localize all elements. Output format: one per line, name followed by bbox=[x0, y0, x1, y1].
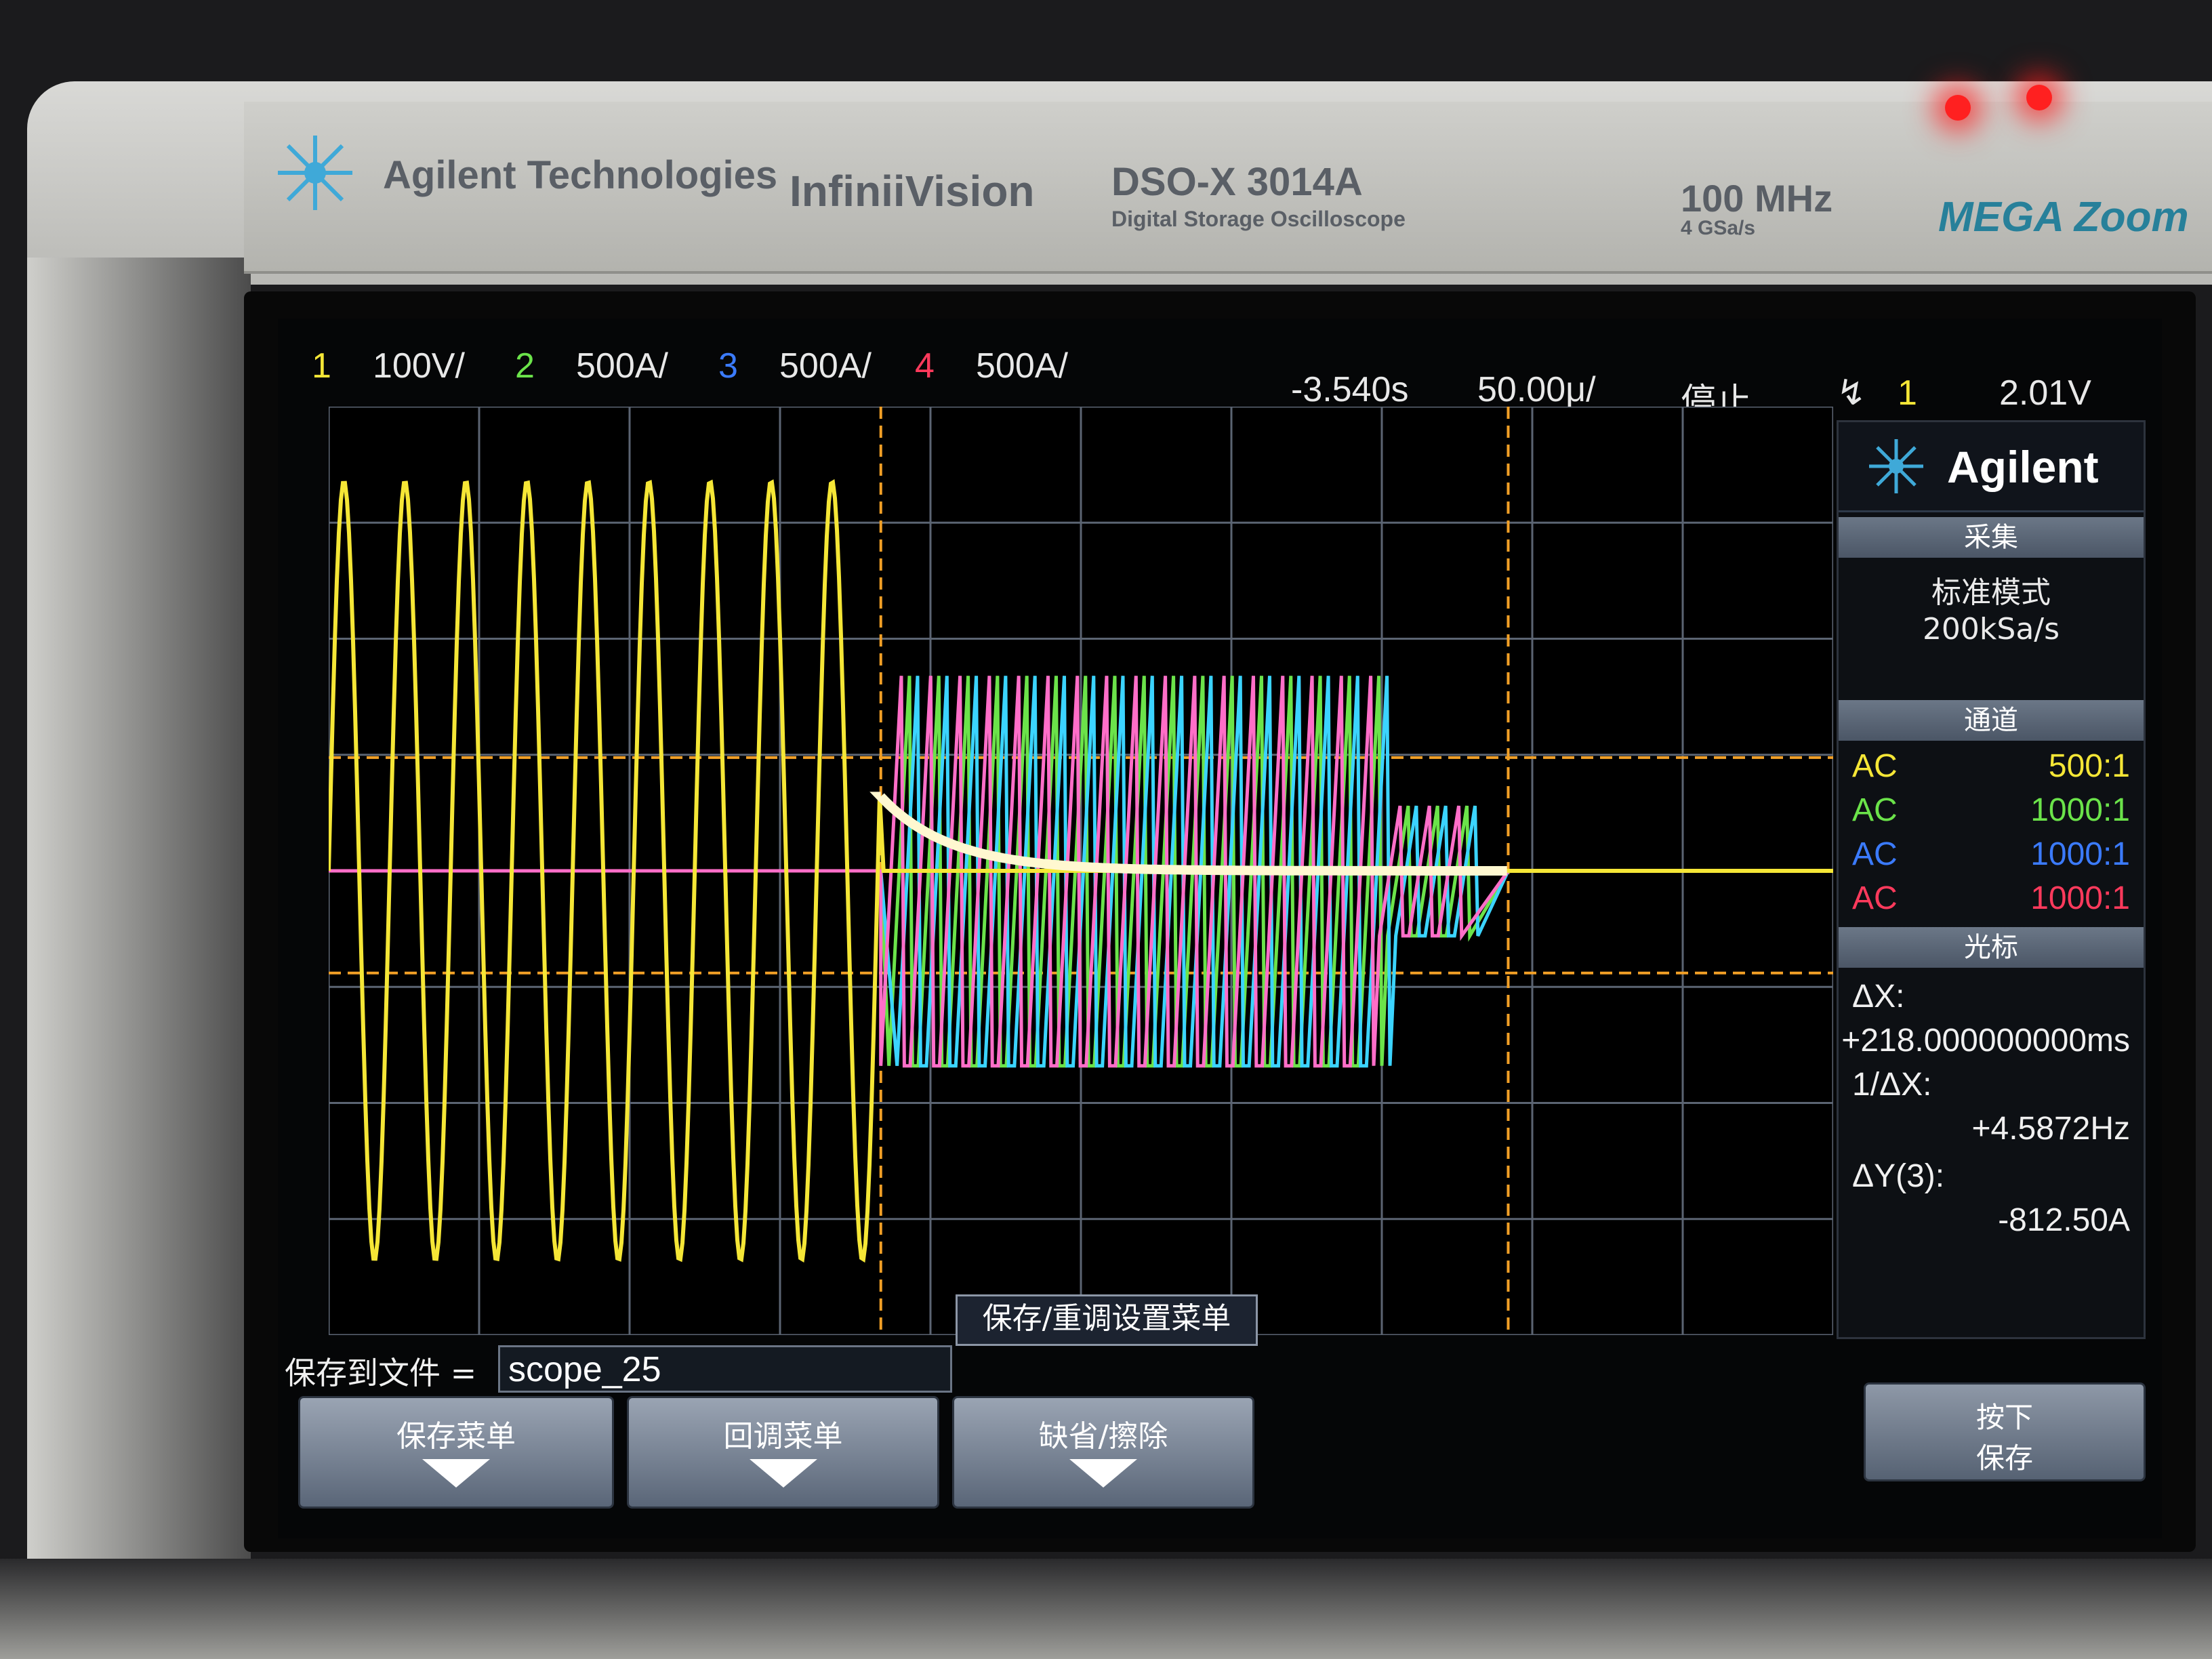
ch2-scale[interactable]: 500A/ bbox=[576, 346, 668, 386]
instrument-side bbox=[27, 258, 251, 1659]
acquire-mode: 标准模式 bbox=[1931, 575, 2051, 610]
ch3-number[interactable]: 3 bbox=[718, 346, 738, 386]
delta-y-label: ΔY(3): bbox=[1852, 1158, 1945, 1194]
delta-x-label: ΔX: bbox=[1852, 979, 1905, 1015]
default-erase-softkey[interactable]: 缺省/擦除 bbox=[952, 1396, 1254, 1509]
down-arrow-icon bbox=[749, 1459, 817, 1488]
time-scale[interactable]: 50.00μ/ bbox=[1477, 369, 1596, 410]
info-side-panel: Agilent 采集 标准模式 200kSa/s 通道 AC 500:1 AC … bbox=[1837, 420, 2146, 1339]
waveform-display[interactable] bbox=[327, 405, 1835, 1336]
recall-menu-label: 回调菜单 bbox=[723, 1419, 843, 1454]
bandwidth-label: 100 MHz bbox=[1681, 177, 1833, 220]
trigger-level[interactable]: 2.01V bbox=[1999, 373, 2091, 413]
trigger-channel[interactable]: 1 bbox=[1898, 373, 1917, 413]
recall-menu-softkey[interactable]: 回调菜单 bbox=[627, 1396, 939, 1509]
waveform-canvas bbox=[327, 405, 1835, 1336]
power-led bbox=[1945, 95, 1971, 121]
ch2-number[interactable]: 2 bbox=[515, 346, 535, 386]
save-menu-label: 保存菜单 bbox=[396, 1419, 516, 1454]
ch1-scale[interactable]: 100V/ bbox=[373, 346, 465, 386]
menu-title: 保存/重调设置菜单 bbox=[956, 1294, 1258, 1346]
save-to-file-label: 保存到文件 = bbox=[285, 1355, 477, 1391]
channels-section-title[interactable]: 通道 bbox=[1839, 700, 2144, 741]
channel-row-1: AC 500:1 bbox=[1852, 747, 2130, 788]
time-offset[interactable]: -3.540s bbox=[1291, 369, 1408, 410]
ch4-number[interactable]: 4 bbox=[915, 346, 935, 386]
save-menu-softkey[interactable]: 保存菜单 bbox=[298, 1396, 614, 1509]
ch1-coupling: AC bbox=[1852, 748, 1898, 784]
model-name: DSO-X 3014A bbox=[1111, 160, 1363, 204]
scope-screen: 1 100V/ 2 500A/ 3 500A/ 4 500A/ -3.540s … bbox=[278, 319, 2162, 1538]
product-line: InfiniiVision bbox=[790, 167, 1035, 216]
delta-y-value: -812.50A bbox=[1998, 1202, 2130, 1238]
ch3-probe: 1000:1 bbox=[2030, 836, 2130, 872]
ch2-coupling: AC bbox=[1852, 792, 1898, 828]
ch3-scale[interactable]: 500A/ bbox=[779, 346, 872, 386]
press-to-save-softkey[interactable]: 按下 保存 bbox=[1864, 1382, 2146, 1481]
megazoom-badge: MEGA Zoom bbox=[1938, 194, 2189, 241]
agilent-spark-icon bbox=[1869, 439, 1923, 493]
default-erase-label: 缺省/擦除 bbox=[1038, 1419, 1168, 1454]
down-arrow-icon bbox=[422, 1459, 490, 1488]
status-bar: 1 100V/ 2 500A/ 3 500A/ 4 500A/ -3.540s … bbox=[278, 319, 2162, 422]
bottom-bezel bbox=[0, 1559, 2212, 1659]
channel-row-2: AC 1000:1 bbox=[1852, 792, 2130, 832]
file-name-field[interactable]: scope_25 bbox=[498, 1345, 952, 1393]
inverse-delta-x-value: +4.5872Hz bbox=[1971, 1111, 2130, 1147]
acquire-section-title[interactable]: 采集 bbox=[1839, 517, 2144, 558]
sample-rate-label: 4 GSa/s bbox=[1681, 217, 1756, 239]
press-hint-line1: 按下 bbox=[1975, 1401, 2033, 1434]
acquire-rate: 200kSa/s bbox=[1922, 612, 2060, 647]
ch1-probe: 500:1 bbox=[2048, 748, 2130, 784]
panel-logo: Agilent bbox=[1839, 422, 2144, 512]
panel-logo-text: Agilent bbox=[1947, 442, 2099, 492]
ch4-scale[interactable]: 500A/ bbox=[976, 346, 1068, 386]
down-arrow-icon bbox=[1069, 1459, 1137, 1488]
model-description: Digital Storage Oscilloscope bbox=[1111, 207, 1406, 231]
channel-row-4: AC 1000:1 bbox=[1852, 880, 2130, 920]
cursor-section-title[interactable]: 光标 bbox=[1839, 927, 2144, 968]
trigger-edge-icon: ↯ bbox=[1837, 373, 1866, 413]
delta-x-value: +218.000000000ms bbox=[1841, 1023, 2130, 1059]
ch2-probe: 1000:1 bbox=[2030, 792, 2130, 828]
press-hint-line2: 保存 bbox=[1975, 1441, 2033, 1475]
inverse-delta-x-label: 1/ΔX: bbox=[1852, 1067, 1932, 1103]
ch3-coupling: AC bbox=[1852, 836, 1898, 872]
agilent-logo-icon bbox=[278, 136, 352, 210]
ch4-probe: 1000:1 bbox=[2030, 880, 2130, 916]
status-led bbox=[2026, 85, 2052, 110]
company-name: Agilent Technologies bbox=[383, 153, 778, 197]
ch1-number[interactable]: 1 bbox=[312, 346, 331, 386]
ch4-coupling: AC bbox=[1852, 880, 1898, 916]
channel-row-3: AC 1000:1 bbox=[1852, 836, 2130, 876]
